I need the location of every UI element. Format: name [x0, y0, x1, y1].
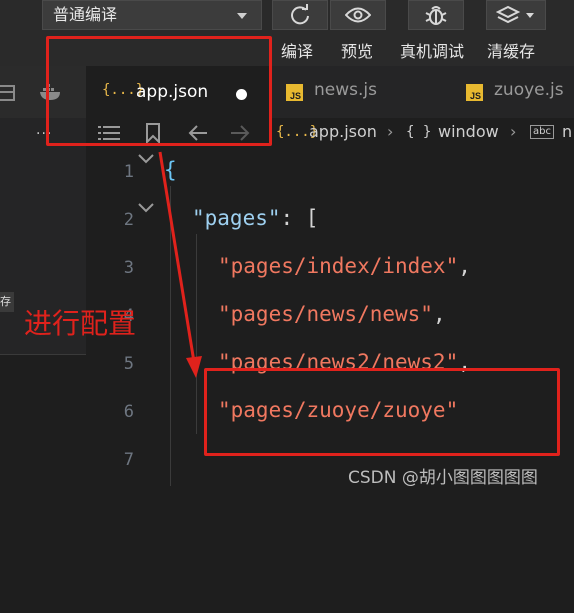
- annotation-arrow-icon: [158, 151, 202, 378]
- watermark: CSDN @胡小图图图图图: [348, 468, 538, 488]
- annotation-text: 进行配置: [24, 307, 137, 340]
